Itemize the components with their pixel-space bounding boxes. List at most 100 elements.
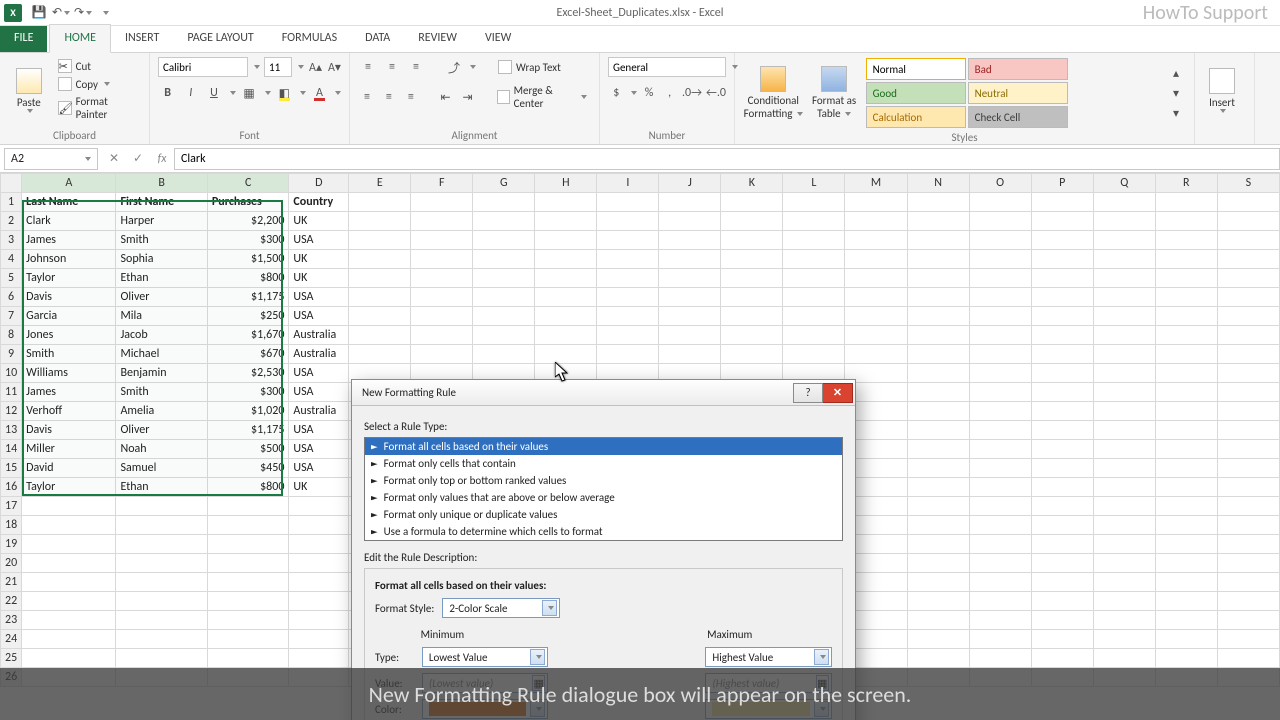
cell[interactable] (1093, 535, 1155, 554)
cell[interactable] (116, 573, 207, 592)
cell[interactable] (1217, 212, 1279, 231)
cell[interactable] (907, 383, 969, 402)
cell[interactable] (1093, 554, 1155, 573)
cell[interactable]: Ethan (116, 478, 207, 497)
cell[interactable] (1217, 383, 1279, 402)
row-header[interactable]: 25 (1, 649, 22, 668)
cell[interactable]: USA (289, 421, 349, 440)
cell[interactable] (969, 554, 1031, 573)
column-header[interactable]: G (473, 174, 535, 193)
cell[interactable] (597, 288, 659, 307)
cell[interactable] (1217, 459, 1279, 478)
column-header[interactable]: N (907, 174, 969, 193)
cell[interactable] (207, 554, 289, 573)
shrink-font-icon[interactable]: A▾ (327, 57, 342, 77)
cell[interactable] (473, 231, 535, 250)
cell[interactable]: USA (289, 307, 349, 326)
cell[interactable]: Clark (22, 212, 116, 231)
save-icon[interactable]: 💾 (28, 2, 50, 24)
cell[interactable] (289, 516, 349, 535)
cell[interactable] (1217, 326, 1279, 345)
cell[interactable] (1217, 611, 1279, 630)
cell[interactable] (1217, 573, 1279, 592)
cell[interactable] (116, 554, 207, 573)
cell[interactable] (535, 288, 597, 307)
style-more-icon[interactable]: ▾ (1166, 103, 1186, 123)
cell[interactable] (597, 307, 659, 326)
cell[interactable] (1093, 364, 1155, 383)
cell[interactable] (473, 288, 535, 307)
cell[interactable]: $300 (207, 383, 289, 402)
cell[interactable] (207, 535, 289, 554)
font-name-combo[interactable] (158, 57, 248, 77)
cell[interactable] (1217, 250, 1279, 269)
cell[interactable] (535, 326, 597, 345)
cell[interactable] (535, 345, 597, 364)
cell[interactable] (1093, 611, 1155, 630)
indent-dec-icon[interactable]: ⇤ (437, 87, 455, 107)
cell[interactable] (1031, 212, 1093, 231)
cell[interactable] (1217, 345, 1279, 364)
cancel-formula-icon[interactable]: ✕ (102, 151, 126, 166)
cell[interactable] (1093, 630, 1155, 649)
cell[interactable] (1155, 212, 1217, 231)
cell[interactable]: James (22, 231, 116, 250)
indent-inc-icon[interactable]: ⇥ (459, 87, 477, 107)
row-header[interactable]: 23 (1, 611, 22, 630)
cell[interactable]: Harper (116, 212, 207, 231)
cell[interactable] (659, 307, 721, 326)
cell[interactable] (207, 516, 289, 535)
cell[interactable] (721, 269, 783, 288)
cell[interactable] (1031, 516, 1093, 535)
cell[interactable]: James (22, 383, 116, 402)
tab-insert[interactable]: INSERT (111, 25, 173, 52)
cell[interactable] (349, 288, 411, 307)
cell[interactable]: Verhoff (22, 402, 116, 421)
cell[interactable] (1093, 592, 1155, 611)
cell[interactable] (845, 345, 907, 364)
cell[interactable] (1031, 554, 1093, 573)
select-all-corner[interactable] (1, 174, 22, 193)
cell[interactable]: Oliver (116, 288, 207, 307)
cell[interactable] (659, 269, 721, 288)
cell[interactable] (907, 231, 969, 250)
cell[interactable] (1093, 402, 1155, 421)
cell[interactable] (411, 307, 473, 326)
border-button[interactable]: ▦ (240, 83, 259, 103)
cell[interactable]: UK (289, 269, 349, 288)
cell[interactable] (969, 497, 1031, 516)
cell[interactable] (22, 516, 116, 535)
cell[interactable] (721, 193, 783, 212)
cell[interactable] (907, 478, 969, 497)
cell[interactable]: $300 (207, 231, 289, 250)
cell[interactable] (22, 630, 116, 649)
cell[interactable] (783, 231, 845, 250)
cell[interactable] (1031, 193, 1093, 212)
cell[interactable] (783, 269, 845, 288)
cell[interactable] (1031, 307, 1093, 326)
cell[interactable] (969, 193, 1031, 212)
cell[interactable]: First Name (116, 193, 207, 212)
cell[interactable] (907, 421, 969, 440)
cell[interactable] (473, 345, 535, 364)
cell[interactable] (845, 193, 907, 212)
cell[interactable] (1155, 269, 1217, 288)
cell[interactable]: Miller (22, 440, 116, 459)
cell[interactable] (116, 535, 207, 554)
cell[interactable] (783, 212, 845, 231)
grow-font-icon[interactable]: A▴ (308, 57, 323, 77)
cell[interactable] (1155, 250, 1217, 269)
cell[interactable] (1155, 630, 1217, 649)
underline-button[interactable]: U (204, 83, 223, 103)
cell[interactable] (116, 516, 207, 535)
tab-data[interactable]: DATA (351, 25, 404, 52)
column-header[interactable]: E (349, 174, 411, 193)
cell[interactable] (1031, 288, 1093, 307)
cell[interactable] (1217, 592, 1279, 611)
cell[interactable]: Country (289, 193, 349, 212)
column-header[interactable]: B (116, 174, 207, 193)
cell[interactable]: Michael (116, 345, 207, 364)
cell[interactable] (1155, 231, 1217, 250)
column-header[interactable]: P (1031, 174, 1093, 193)
cell[interactable] (969, 592, 1031, 611)
